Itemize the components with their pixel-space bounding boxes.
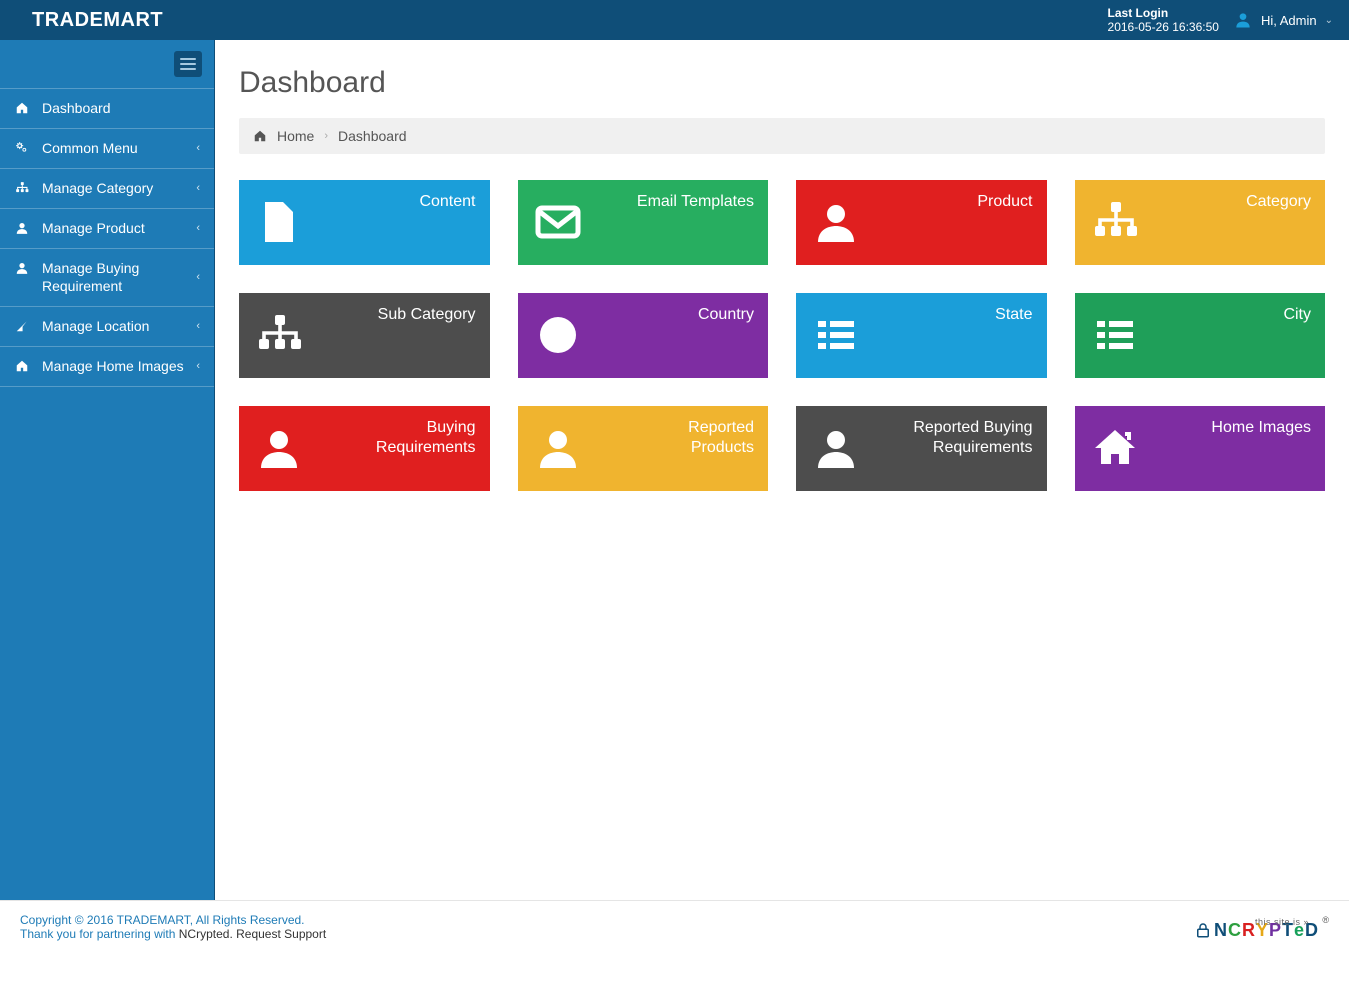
sitemap-icon	[14, 181, 30, 195]
tile-state[interactable]: State	[796, 293, 1047, 378]
user-menu[interactable]: Hi, Admin ⌄	[1233, 10, 1333, 30]
breadcrumb-current: Dashboard	[338, 128, 407, 144]
location-icon	[14, 319, 30, 333]
tile-label: City	[1283, 305, 1311, 325]
tile-label: State	[995, 305, 1032, 325]
sidebar-item-label: Common Menu	[42, 139, 184, 158]
envelope-icon	[532, 196, 584, 248]
breadcrumb-home[interactable]: Home	[277, 128, 314, 144]
user-icon	[253, 422, 305, 474]
file-icon	[253, 196, 305, 248]
last-login-label: Last Login	[1108, 6, 1169, 20]
badge-tagline: this site is »	[1255, 917, 1309, 927]
tile-product[interactable]: Product	[796, 180, 1047, 265]
page-title: Dashboard	[239, 66, 1325, 100]
side-nav: Dashboard Common Menu ‹ Manage Category …	[0, 88, 214, 387]
tile-home-images[interactable]: Home Images	[1075, 406, 1326, 491]
sidebar-item-manage-location[interactable]: Manage Location ‹	[0, 307, 214, 346]
sidebar-item-label: Manage Home Images	[42, 357, 184, 376]
user-icon	[810, 422, 862, 474]
chevron-left-icon: ‹	[196, 359, 200, 374]
user-icon	[14, 221, 30, 235]
home-icon	[14, 101, 30, 115]
tile-label: Buying Requirements	[346, 418, 475, 458]
tile-city[interactable]: City	[1075, 293, 1326, 378]
user-greeting: Hi, Admin	[1261, 13, 1317, 28]
sitemap-icon	[253, 309, 305, 361]
tile-label: Country	[698, 305, 754, 325]
tile-label: Product	[977, 192, 1032, 212]
user-icon	[14, 261, 30, 275]
sidebar-item-common-menu[interactable]: Common Menu ‹	[0, 129, 214, 168]
tile-category[interactable]: Category	[1075, 180, 1326, 265]
sidebar-item-dashboard[interactable]: Dashboard	[0, 89, 214, 128]
tile-label: Email Templates	[637, 192, 754, 212]
cogs-icon	[14, 141, 30, 155]
menu-toggle-wrap	[0, 40, 214, 88]
tile-label: Reported Products	[625, 418, 754, 458]
sidebar: Dashboard Common Menu ‹ Manage Category …	[0, 40, 215, 900]
home-icon	[253, 129, 267, 143]
chevron-left-icon: ‹	[196, 221, 200, 236]
footer-copyright: Copyright © 2016 TRADEMART, All Rights R…	[20, 913, 326, 927]
brand-title: TRADEMART	[16, 9, 163, 32]
tile-label: Category	[1246, 192, 1311, 212]
topbar: TRADEMART Last Login 2016-05-26 16:36:50…	[0, 0, 1349, 40]
menu-toggle-button[interactable]	[174, 51, 202, 77]
chevron-left-icon: ‹	[196, 181, 200, 196]
registered-mark: ®	[1322, 915, 1329, 925]
breadcrumb: Home › Dashboard	[239, 118, 1325, 154]
sidebar-item-label: Manage Location	[42, 317, 184, 336]
footer-thanks-prefix: Thank you for partnering with	[20, 927, 179, 941]
content: Dashboard Home › Dashboard Content Email …	[215, 40, 1349, 900]
sidebar-item-label: Manage Buying Requirement	[42, 259, 184, 297]
tile-content[interactable]: Content	[239, 180, 490, 265]
sidebar-item-label: Manage Category	[42, 179, 184, 198]
last-login: Last Login 2016-05-26 16:36:50	[1108, 6, 1219, 35]
chevron-left-icon: ‹	[196, 270, 200, 285]
tile-label: Reported Buying Requirements	[903, 418, 1032, 458]
sidebar-item-manage-category[interactable]: Manage Category ‹	[0, 169, 214, 208]
footer: Copyright © 2016 TRADEMART, All Rights R…	[0, 900, 1349, 957]
list-icon	[810, 309, 862, 361]
home-icon	[1089, 422, 1141, 474]
tile-country[interactable]: Country	[518, 293, 769, 378]
chevron-left-icon: ‹	[196, 141, 200, 156]
list-icon	[1089, 309, 1141, 361]
tile-reported-buying-requirements[interactable]: Reported Buying Requirements	[796, 406, 1047, 491]
last-login-value: 2016-05-26 16:36:50	[1108, 20, 1219, 34]
chevron-down-icon: ⌄	[1325, 15, 1333, 26]
tile-email-templates[interactable]: Email Templates	[518, 180, 769, 265]
tile-label: Home Images	[1211, 418, 1311, 438]
lock-icon	[1194, 919, 1212, 941]
sidebar-item-manage-product[interactable]: Manage Product ‹	[0, 209, 214, 248]
chevron-right-icon: ›	[324, 130, 328, 142]
chevron-left-icon: ‹	[196, 319, 200, 334]
sidebar-item-label: Dashboard	[42, 99, 200, 118]
user-icon	[532, 422, 584, 474]
user-icon	[810, 196, 862, 248]
tile-sub-category[interactable]: Sub Category	[239, 293, 490, 378]
footer-support-link[interactable]: Request Support	[236, 927, 326, 941]
dashboard-tiles: Content Email Templates Product Category Sub…	[239, 180, 1325, 491]
ncrypted-badge[interactable]: this site is » ® NCRYPTeD	[1194, 919, 1329, 941]
tile-label: Sub Category	[378, 305, 476, 325]
tile-reported-products[interactable]: Reported Products	[518, 406, 769, 491]
user-avatar-icon	[1233, 10, 1253, 30]
tile-label: Content	[419, 192, 475, 212]
tile-buying-requirements[interactable]: Buying Requirements	[239, 406, 490, 491]
sidebar-item-label: Manage Product	[42, 219, 184, 238]
sidebar-item-manage-home-images[interactable]: Manage Home Images ‹	[0, 347, 214, 386]
footer-partner-link[interactable]: NCrypted	[179, 927, 230, 941]
home-icon	[14, 359, 30, 373]
globe-icon	[532, 309, 584, 361]
sitemap-icon	[1089, 196, 1141, 248]
sidebar-item-manage-buying-requirement[interactable]: Manage Buying Requirement ‹	[0, 249, 214, 307]
